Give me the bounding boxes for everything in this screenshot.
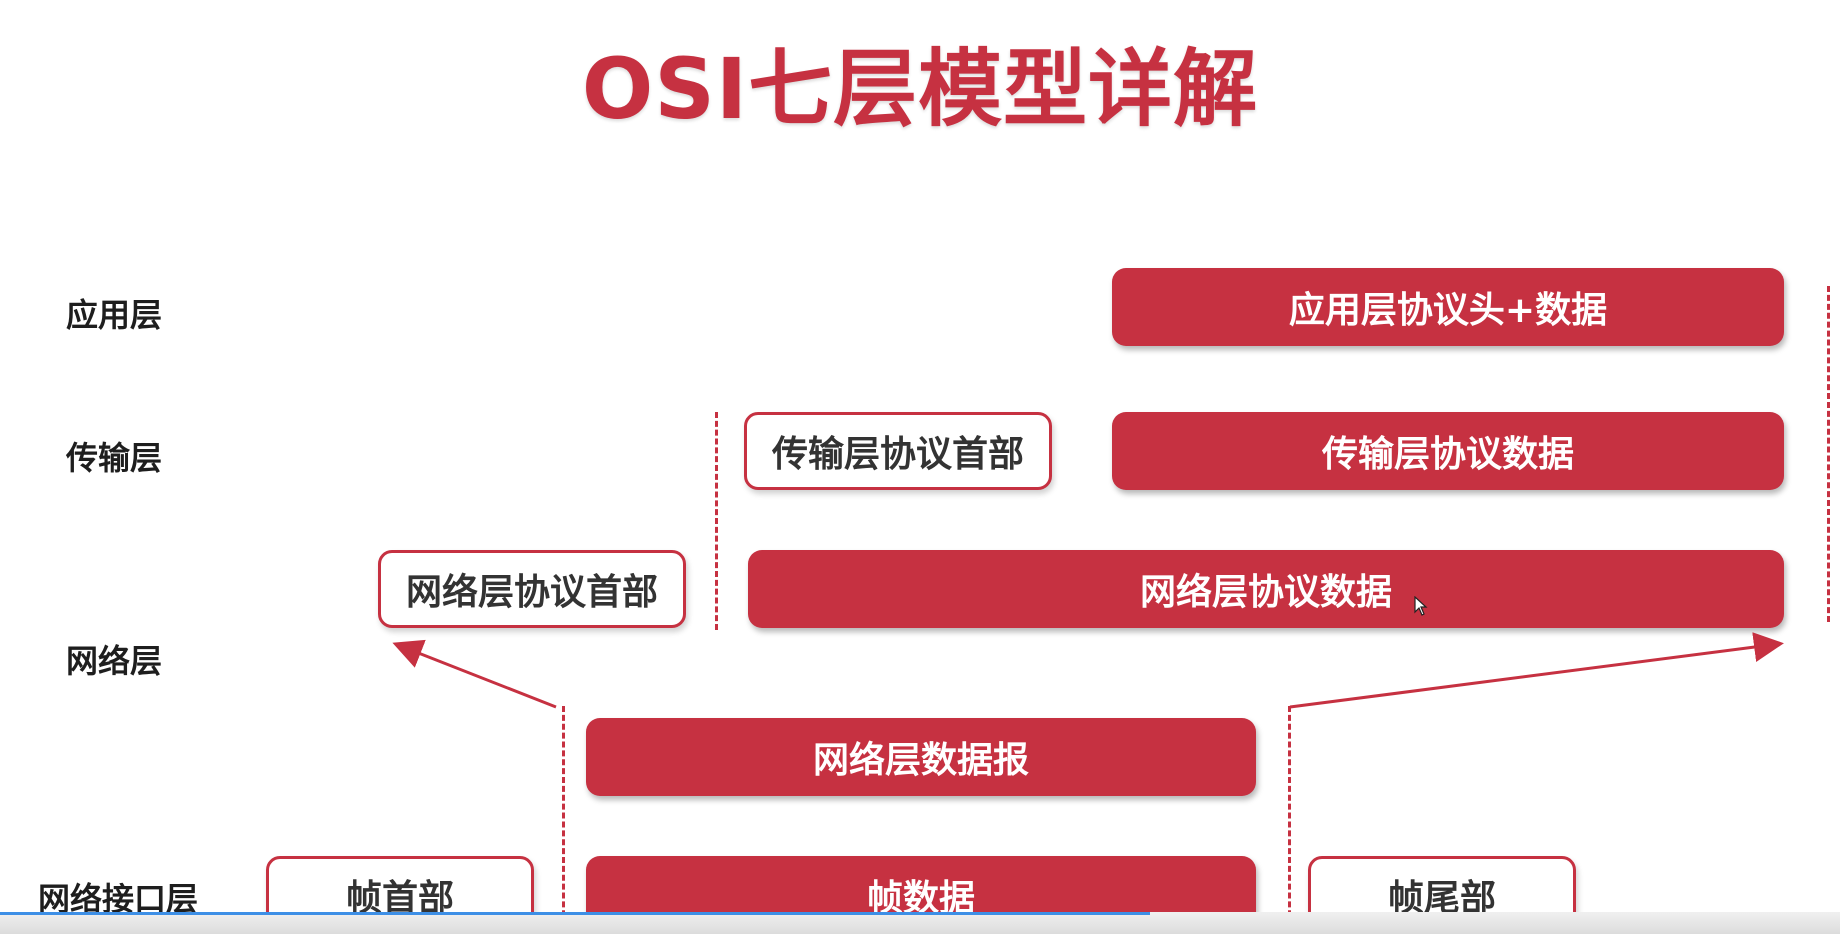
video-progress-track[interactable] [0, 912, 1840, 934]
block-network-data: 网络层协议数据 [748, 550, 1784, 628]
video-progress-fill [0, 912, 1150, 915]
layer-label-transport: 传输层 [66, 439, 163, 477]
arrow-left-up [392, 639, 557, 709]
block-network-header: 网络层协议首部 [378, 550, 686, 628]
slide-title: OSI七层模型详解 [581, 40, 1259, 138]
separator-transport-header [715, 412, 718, 630]
block-app-header-data: 应用层协议头+数据 [1112, 268, 1784, 346]
layer-label-application: 应用层 [66, 296, 163, 334]
slide: OSI七层模型详解 应用层 传输层 网络层 网络接口层 应用层协议头+数据 传输… [0, 0, 1840, 934]
block-transport-data: 传输层协议数据 [1112, 412, 1784, 490]
block-network-datagram: 网络层数据报 [586, 718, 1256, 796]
separator-frame-right [1288, 706, 1291, 934]
block-transport-header: 传输层协议首部 [744, 412, 1052, 490]
layer-label-network: 网络层 [66, 642, 163, 680]
arrow-right-up [1289, 632, 1784, 709]
separator-right-edge [1827, 286, 1830, 622]
separator-frame-left [562, 706, 565, 934]
mouse-cursor-icon [1414, 596, 1428, 616]
